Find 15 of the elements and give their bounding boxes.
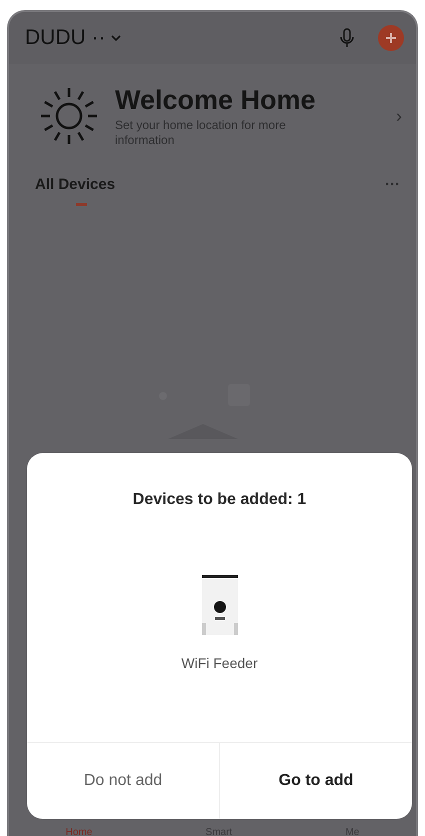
microphone-icon[interactable] — [340, 28, 354, 48]
tab-indicator — [76, 203, 87, 206]
welcome-title: Welcome Home — [115, 84, 317, 116]
plus-icon — [385, 32, 397, 44]
chevron-right[interactable]: › — [396, 106, 402, 126]
nav-tab[interactable]: Home — [66, 827, 92, 836]
cancel-button[interactable]: Do not add — [27, 743, 219, 819]
section-title[interactable]: All Devices — [35, 176, 116, 193]
home-name[interactable]: DUDU ·· — [25, 26, 106, 50]
chevron-down-icon[interactable] — [111, 34, 122, 42]
more-menu[interactable]: ··· — [385, 176, 400, 193]
confirm-button[interactable]: Go to add — [219, 743, 412, 819]
device-name: WiFi Feeder — [180, 655, 259, 671]
add-button[interactable] — [378, 25, 404, 51]
dialog-title: Devices to be added: 1 — [132, 491, 308, 509]
